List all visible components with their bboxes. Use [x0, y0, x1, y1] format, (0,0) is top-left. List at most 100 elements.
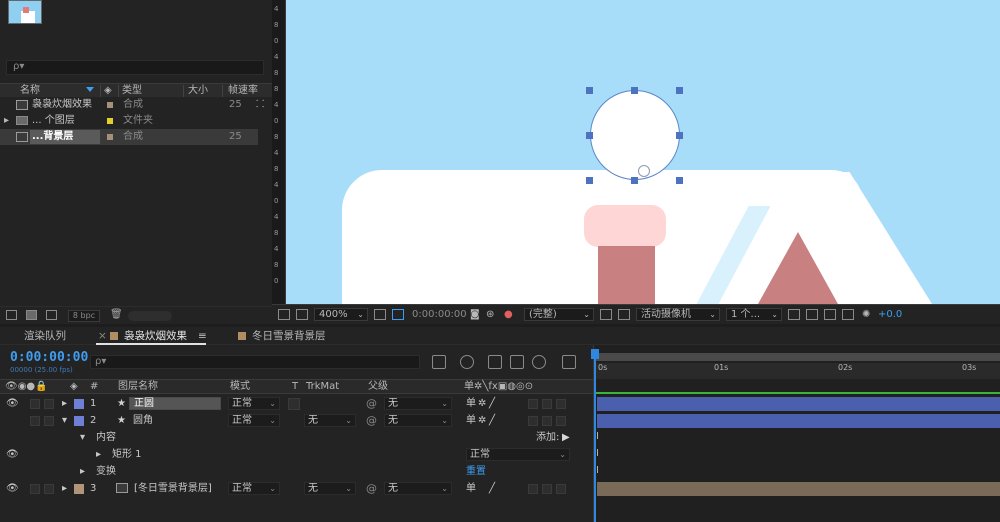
lock-switch[interactable]	[44, 484, 54, 494]
views-dropdown[interactable]: 1 个... ⌄	[726, 308, 782, 321]
bounding-handle[interactable]	[631, 87, 638, 94]
bounding-handle[interactable]	[676, 87, 683, 94]
time-graph-area[interactable]: 0s 01s 02s 03s I I I	[591, 345, 1000, 522]
reset-link[interactable]: 重置	[466, 463, 486, 480]
expand-arrow-icon[interactable]: ▸	[80, 463, 85, 480]
eye-icon[interactable]: 👁	[6, 395, 19, 412]
lock-switch[interactable]	[44, 416, 54, 426]
bounding-handle[interactable]	[631, 177, 638, 184]
pickwhip-icon[interactable]: @	[366, 397, 377, 410]
layer-name[interactable]: 圆角	[133, 412, 153, 429]
switch-box[interactable]	[542, 416, 552, 426]
switch-box[interactable]	[528, 416, 538, 426]
color-channels-icon[interactable]: ●	[504, 305, 513, 324]
layer-label-color[interactable]	[74, 484, 84, 494]
project-item[interactable]: 袅袅炊烟效果 合成 25 ⸬	[0, 97, 264, 113]
thumbnail-slider[interactable]	[128, 311, 172, 321]
tab-background-composition[interactable]: 冬日雪景背景层	[252, 327, 326, 345]
preserve-transparency-checkbox[interactable]	[288, 398, 300, 410]
layer-row[interactable]: 👁 ▸ 3 [冬日雪景背景层] 正常 ⌄ 无 ⌄ @ 无 ⌄ 单 ╱	[0, 480, 593, 497]
audio-switch[interactable]	[30, 484, 40, 494]
timeline-timecode[interactable]: 0:00:00:00	[10, 350, 88, 365]
resolution-dropdown[interactable]: (完整) ⌄	[524, 308, 594, 321]
switch-box[interactable]	[556, 399, 566, 409]
shy-switch-icon[interactable]: 单	[466, 480, 476, 497]
quality-switch-icon[interactable]: ╱	[489, 480, 495, 497]
layer-duration-bar[interactable]	[597, 482, 1000, 496]
property-row[interactable]: 👁 ▸ 矩形 1 正常 ⌄	[0, 446, 593, 463]
column-trkmat[interactable]: TrkMat	[306, 380, 339, 394]
frame-blending-icon[interactable]	[510, 355, 524, 369]
bounding-handle[interactable]	[586, 177, 593, 184]
timeline-search-input[interactable]: ρ▾	[90, 355, 420, 369]
camera-dropdown[interactable]: 活动摄像机 ⌄	[636, 308, 720, 321]
bounding-handle[interactable]	[676, 132, 683, 139]
camera-snapshot-icon[interactable]: ◙	[470, 305, 480, 324]
zoom-dropdown[interactable]: 400% ⌄	[314, 308, 368, 321]
switch-box[interactable]	[542, 399, 552, 409]
playhead-handle-icon[interactable]	[591, 349, 599, 359]
property-row[interactable]: ▾ 内容 添加: ▶	[0, 429, 593, 446]
expand-arrow-icon[interactable]: ▸	[4, 113, 9, 129]
new-composition-icon[interactable]	[46, 310, 57, 320]
collapse-arrow-icon[interactable]: ▾	[80, 429, 85, 446]
trkmat-dropdown[interactable]: 无 ⌄	[304, 482, 356, 495]
viewer-timecode[interactable]: 0:00:00:00	[412, 305, 467, 324]
parent-dropdown[interactable]: 无 ⌄	[384, 414, 452, 427]
circle-layer-shape[interactable]	[590, 90, 680, 180]
audio-switch[interactable]	[30, 416, 40, 426]
anchor-point-icon[interactable]	[638, 165, 650, 177]
interpret-footage-icon[interactable]	[6, 310, 17, 320]
transparency-grid-icon[interactable]	[618, 309, 630, 320]
rect-mode-dropdown[interactable]: 正常 ⌄	[466, 448, 570, 461]
layer-row[interactable]: 👁 ▸ 1 ★ 正圆 正常 ⌄ @ 无 ⌄ 单 ✲ ╱	[0, 395, 593, 412]
composition-viewer[interactable]: 4 8 0 4 8 8 4 0 8 4 8 4 0 4 8 4 8 0	[272, 0, 1000, 304]
region-of-interest-icon[interactable]	[600, 309, 612, 320]
label-swatch[interactable]	[107, 102, 113, 108]
playhead[interactable]	[594, 351, 596, 522]
flowchart-icon[interactable]	[842, 309, 854, 320]
eye-icon[interactable]: 👁	[6, 446, 19, 463]
label-swatch[interactable]	[107, 118, 113, 124]
toggle-pixel-aspect-icon[interactable]	[788, 309, 800, 320]
switch-box[interactable]	[542, 484, 552, 494]
motion-blur-icon[interactable]	[532, 355, 546, 369]
quality-switch-icon[interactable]: ╱	[489, 412, 495, 429]
graph-editor-icon[interactable]	[562, 355, 576, 369]
timeline-icon[interactable]	[824, 309, 836, 320]
collapse-arrow-icon[interactable]: ▾	[62, 412, 67, 429]
column-size[interactable]: 大小	[188, 84, 208, 98]
parent-dropdown[interactable]: 无 ⌄	[384, 482, 452, 495]
project-item[interactable]: ▸ ... 个图层 文件夹	[0, 113, 258, 129]
expand-arrow-icon[interactable]: ▸	[62, 480, 67, 497]
monitor-icon[interactable]	[296, 309, 308, 320]
fast-previews-icon[interactable]	[806, 309, 818, 320]
project-item-selected[interactable]: ...背景层 合成 25	[0, 129, 258, 145]
flowchart-icon[interactable]: ⸬	[256, 97, 264, 113]
shy-switch-icon[interactable]: 单	[466, 412, 476, 429]
bpc-button[interactable]: 8 bpc	[68, 310, 100, 322]
collapse-switch-icon[interactable]: ✲	[478, 395, 486, 412]
time-ruler[interactable]	[594, 363, 1000, 379]
layer-duration-bar[interactable]	[597, 397, 1000, 411]
draft-3d-icon[interactable]	[460, 355, 474, 369]
expand-arrow-icon[interactable]: ▸	[96, 446, 101, 463]
tab-render-queue[interactable]: 渲染队列	[24, 327, 66, 345]
bounding-handle[interactable]	[586, 87, 593, 94]
layer-duration-bar[interactable]	[597, 414, 1000, 428]
exposure-icon[interactable]: ✺	[862, 305, 870, 324]
mode-dropdown[interactable]: 正常 ⌄	[228, 414, 280, 427]
layer-label-color[interactable]	[74, 416, 84, 426]
pickwhip-icon[interactable]: @	[366, 414, 377, 427]
add-play-icon[interactable]: ▶	[562, 429, 570, 446]
add-menu-label[interactable]: 添加:	[536, 429, 559, 446]
mode-dropdown[interactable]: 正常 ⌄	[228, 482, 280, 495]
switch-box[interactable]	[528, 484, 538, 494]
grid-icon[interactable]	[374, 309, 386, 320]
composition-mini-flowchart-icon[interactable]	[432, 355, 446, 369]
quality-switch-icon[interactable]: ╱	[489, 395, 495, 412]
bounding-handle[interactable]	[586, 132, 593, 139]
trkmat-dropdown[interactable]: 无 ⌄	[304, 414, 356, 427]
always-preview-icon[interactable]	[278, 309, 290, 320]
column-layer-name[interactable]: 图层名称	[118, 380, 158, 394]
